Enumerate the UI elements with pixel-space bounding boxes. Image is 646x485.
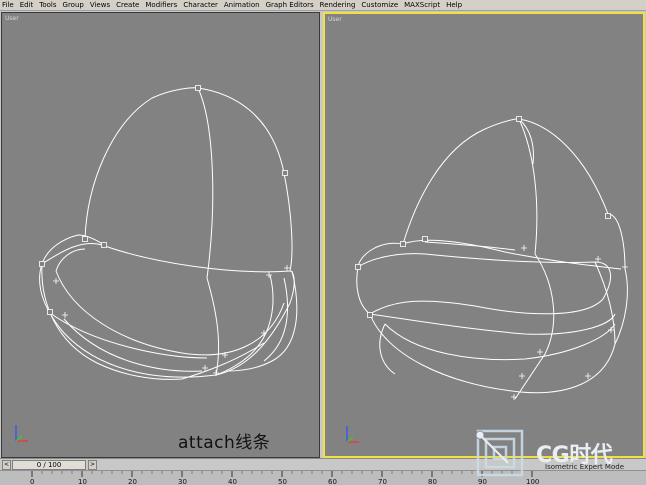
spline-wireframe-left[interactable]: [2, 13, 320, 458]
cg-watermark-logo: CG时代: [470, 425, 646, 480]
menu-maxscript[interactable]: MAXScript: [404, 0, 440, 10]
menu-group[interactable]: Group: [63, 0, 84, 10]
menu-edit[interactable]: Edit: [20, 0, 34, 10]
menu-file[interactable]: File: [2, 0, 14, 10]
time-slider-thumb[interactable]: 0 / 100: [12, 460, 86, 470]
tick-label: 80: [428, 478, 437, 485]
time-slider-next-button[interactable]: >: [88, 460, 97, 470]
axis-tripod-icon: [346, 426, 359, 443]
caption-text: attach线条: [178, 433, 271, 453]
viewport-left[interactable]: User: [1, 12, 320, 458]
tick-label: 50: [278, 478, 287, 485]
menu-views[interactable]: Views: [90, 0, 110, 10]
logo-emblem-icon: [475, 429, 524, 477]
tick-label: 20: [128, 478, 137, 485]
tick-label: 40: [228, 478, 237, 485]
menu-animation[interactable]: Animation: [224, 0, 260, 10]
tick-label: 10: [78, 478, 87, 485]
watermark-text: CG时代: [536, 443, 613, 468]
menu-graph-editors[interactable]: Graph Editors: [266, 0, 314, 10]
menu-rendering[interactable]: Rendering: [320, 0, 356, 10]
menu-tools[interactable]: Tools: [39, 0, 56, 10]
axis-tripod-icon: [15, 425, 28, 442]
time-slider-prev-button[interactable]: <: [2, 460, 11, 470]
menu-character[interactable]: Character: [183, 0, 218, 10]
menu-help[interactable]: Help: [446, 0, 462, 10]
viewport-right[interactable]: User: [323, 12, 645, 458]
tick-label: 30: [178, 478, 187, 485]
tick-label: 0: [30, 478, 34, 485]
menu-create[interactable]: Create: [116, 0, 139, 10]
menu-customize[interactable]: Customize: [361, 0, 398, 10]
spline-wireframe-right[interactable]: [325, 14, 643, 456]
tick-label: 70: [378, 478, 387, 485]
menu-modifiers[interactable]: Modifiers: [145, 0, 177, 10]
tick-label: 60: [328, 478, 337, 485]
menu-bar: File Edit Tools Group Views Create Modif…: [0, 0, 646, 11]
